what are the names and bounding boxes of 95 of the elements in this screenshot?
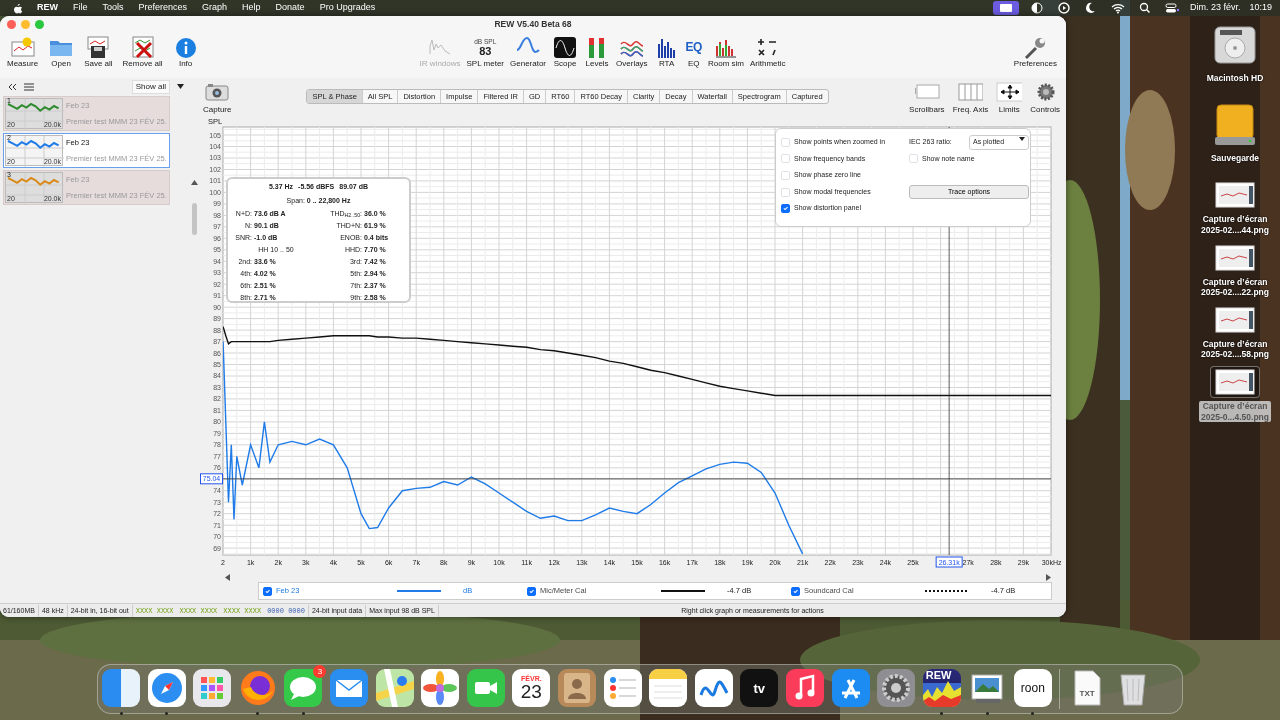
icon-label: tv [753, 681, 766, 695]
menubar-clock: 10:19 [1249, 1, 1272, 15]
menu-item[interactable]: Graph [202, 1, 228, 15]
icon-label: REW [925, 670, 952, 681]
menu-item[interactable]: File [73, 1, 88, 15]
legend-checkbox[interactable] [263, 586, 272, 596]
menu-icon[interactable] [23, 81, 35, 92]
external-drive-icon[interactable] [1212, 102, 1258, 147]
toggles-icon[interactable] [1162, 1, 1181, 15]
running-indicator [119, 712, 123, 715]
eq-logo: EQ [685, 41, 702, 55]
cross-icon [129, 36, 156, 60]
close-button[interactable] [7, 20, 16, 29]
envelope-icon[interactable] [329, 669, 368, 707]
icon-label: TXT [1079, 690, 1095, 698]
running-indicator [940, 712, 944, 715]
spectrogram-icon[interactable]: REW [922, 669, 961, 707]
screenshot-thumbnail-icon[interactable] [1215, 244, 1255, 271]
scroll-up-icon[interactable] [190, 180, 198, 185]
toolbar-button[interactable]: Freq. Axis [949, 82, 992, 115]
menu-item[interactable]: Pro Upgrades [319, 1, 376, 15]
toolbar-button[interactable]: Remove all [119, 36, 166, 69]
running-indicator [985, 712, 989, 715]
floppy-disk-icon [85, 36, 112, 60]
toolbar-button[interactable]: Save all [81, 36, 116, 69]
flower-icon[interactable] [421, 669, 460, 707]
toolbar-button[interactable]: Measure [4, 36, 42, 69]
dropdown-caret-icon[interactable] [177, 84, 184, 89]
tv-icon[interactable]: tv [740, 669, 779, 707]
file-name-label[interactable]: Capture d’écran 2025-02....44.png [1198, 214, 1271, 236]
map-icon[interactable] [375, 669, 414, 707]
notepad-icon[interactable] [649, 669, 688, 707]
menu-item[interactable]: Donate [275, 1, 305, 15]
toolbar-button[interactable]: Overlays [613, 36, 651, 69]
toolbar-button[interactable]: Room sim [704, 36, 747, 69]
oscilloscope-icon [552, 36, 579, 60]
legend-checkbox[interactable] [527, 586, 536, 596]
running-indicator [165, 712, 169, 715]
apple-logo-icon[interactable] [13, 2, 22, 14]
menubar-date: Dim. 23 févr. [1189, 1, 1241, 15]
day-number: 23 [520, 682, 542, 701]
address-book-icon[interactable] [557, 669, 596, 707]
filter-dropdown[interactable]: Show all [131, 79, 170, 94]
split-square-icon[interactable] [102, 669, 140, 707]
menu-item[interactable]: Tools [102, 1, 124, 15]
globe-icon[interactable] [238, 669, 277, 707]
collapse-icon[interactable] [7, 81, 17, 92]
gear-icon[interactable] [877, 669, 916, 707]
toolbar-button[interactable]: EQ EQ [682, 36, 705, 69]
running-indicator [301, 712, 305, 715]
scroll-right-icon[interactable] [1046, 573, 1051, 581]
screenshot-thumbnail-icon[interactable] [1215, 369, 1255, 395]
file-name-label[interactable]: Capture d’écran 2025-02....58.png [1198, 338, 1271, 360]
chat-bubble-icon[interactable] [284, 669, 323, 707]
running-indicator [256, 712, 260, 715]
toolbar-button[interactable]: Preferences [1010, 36, 1060, 69]
screenshot-thumbnail-icon[interactable] [1215, 182, 1255, 209]
menu-item[interactable]: Help [242, 1, 261, 15]
display-icon[interactable] [992, 1, 1019, 15]
meter-value: 83 [479, 45, 492, 57]
file-name-label[interactable]: Macintosh HD [1204, 73, 1266, 84]
music-note-icon[interactable] [785, 669, 824, 707]
running-indicator [1031, 712, 1035, 715]
screenshot-thumbnail-icon[interactable] [1215, 306, 1255, 333]
toolbar-button[interactable]: Limits [993, 82, 1026, 115]
toolbar-button[interactable]: Capture [200, 82, 235, 115]
hard-drive-icon[interactable] [1212, 23, 1258, 67]
menu-item[interactable]: REW [37, 1, 58, 15]
toolbar-button[interactable]: Scope [549, 36, 582, 69]
compass-icon[interactable] [147, 669, 186, 707]
scroll-left-icon[interactable] [225, 573, 230, 581]
file-name-label[interactable]: Capture d’écran 2025-0...4.50.png [1198, 401, 1271, 423]
icon-label: roon [1020, 682, 1045, 694]
file-name-label[interactable]: Capture d’écran 2025-02....22.png [1198, 276, 1271, 298]
toolbar-button[interactable]: Arithmetic [746, 36, 789, 69]
menu-item[interactable]: Preferences [138, 1, 188, 15]
toolbar-button[interactable]: Levels [581, 36, 614, 69]
toolbar-button[interactable]: Scrollbars [906, 82, 948, 115]
squiggle-icon[interactable] [694, 669, 733, 707]
graph-icon [9, 36, 36, 60]
window-title: REW V5.40 Beta 68 [494, 17, 572, 31]
app-grid-icon[interactable] [193, 669, 232, 707]
dropdown-caret-icon[interactable] [1019, 137, 1025, 142]
checklist-icon[interactable] [603, 669, 642, 707]
logo-tile-icon[interactable]: roon [1013, 669, 1052, 707]
toolbar-button[interactable]: Info [169, 36, 202, 69]
legend-checkbox[interactable] [791, 586, 800, 596]
app-store-icon[interactable] [831, 669, 870, 707]
toolbar-button[interactable]: Controls [1027, 82, 1063, 115]
toolbar-button[interactable]: Generator [507, 36, 550, 69]
toolbar-button[interactable]: RTA [650, 36, 683, 69]
file-name-label[interactable]: Sauvegarde [1208, 152, 1262, 164]
video-camera-icon[interactable] [466, 669, 505, 707]
scrollbar-thumb[interactable] [191, 203, 197, 235]
toolbar-button[interactable]: Open [45, 36, 78, 69]
